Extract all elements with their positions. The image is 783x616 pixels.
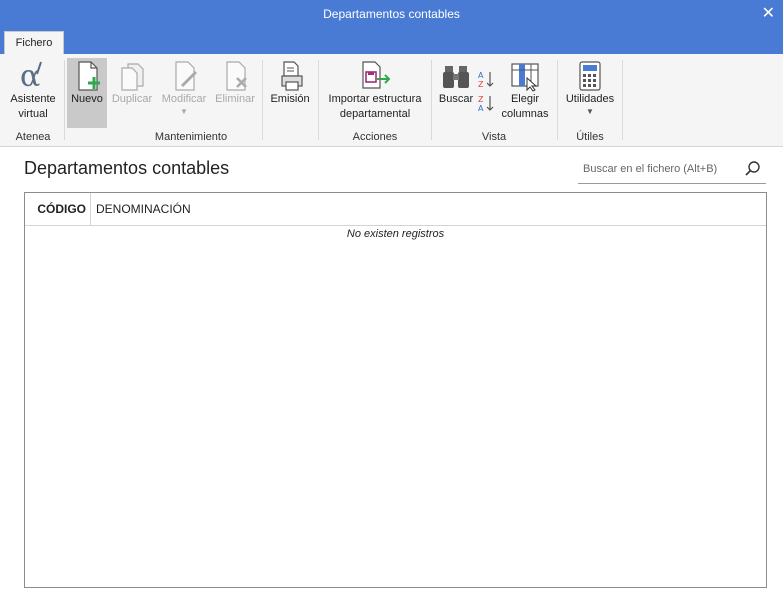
asistente-virtual-button[interactable]: α Asistente virtual (6, 60, 60, 122)
elegir-columnas-button[interactable]: Elegir columnas (498, 60, 552, 122)
column-header-codigo[interactable]: CÓDIGO (25, 193, 91, 225)
binoculars-icon (443, 66, 469, 88)
svg-text:A: A (478, 104, 484, 112)
importar-label-1: Importar estructura (328, 93, 422, 105)
importar-label-2: departamental (339, 108, 411, 120)
asistente-label-1: Asistente (10, 93, 56, 105)
edit-document-icon (175, 61, 198, 91)
elegir-label-1: Elegir (510, 93, 540, 105)
delete-document-icon (226, 61, 247, 91)
elegir-label-2: columnas (501, 108, 549, 120)
import-icon (362, 61, 391, 89)
utilidades-label: Utilidades (565, 93, 615, 105)
ribbon: α Asistente virtual Nuevo Duplicar Modif… (0, 54, 783, 147)
svg-text:A: A (478, 71, 484, 80)
eliminar-button[interactable]: Eliminar (212, 60, 258, 107)
separator (262, 60, 263, 140)
tab-strip: Fichero (0, 28, 783, 54)
search-input[interactable] (578, 155, 745, 183)
group-label-acciones: Acciones (352, 131, 398, 143)
group-label-atenea: Atenea (15, 131, 51, 143)
search-icon[interactable] (744, 160, 762, 178)
page-title: Departamentos contables (24, 158, 230, 178)
table-header: CÓDIGO DENOMINACIÓN (25, 193, 766, 226)
importar-estructura-button[interactable]: Importar estructura departamental (322, 60, 428, 122)
group-label-vista: Vista (481, 131, 507, 143)
tab-fichero[interactable]: Fichero (4, 31, 64, 54)
duplicate-icon (121, 63, 144, 91)
title-bar: Departamentos contables ✕ (0, 0, 783, 28)
window-title: Departamentos contables (323, 7, 460, 21)
chevron-down-icon: ▼ (586, 107, 594, 116)
buscar-button[interactable]: Buscar (436, 60, 476, 107)
separator (622, 60, 623, 140)
separator (557, 60, 558, 140)
sort-descending-icon: Z A (478, 95, 494, 112)
svg-text:Z: Z (478, 80, 484, 88)
duplicar-label: Duplicar (111, 93, 153, 105)
nuevo-label: Nuevo (71, 93, 103, 105)
buscar-label: Buscar (438, 93, 474, 105)
asistente-label-2: virtual (18, 108, 48, 120)
empty-message: No existen registros (346, 228, 445, 240)
separator (431, 60, 432, 140)
separator (64, 60, 65, 140)
utilidades-button[interactable]: Utilidades ▼ (562, 60, 618, 117)
group-label-utiles: Útiles (576, 131, 604, 143)
svg-text:α: α (20, 60, 40, 92)
nuevo-button[interactable]: Nuevo (67, 60, 107, 107)
modificar-label: Modificar (161, 93, 207, 105)
calculator-icon (579, 61, 601, 91)
close-icon[interactable]: ✕ (762, 3, 775, 23)
group-label-mantenimiento: Mantenimiento (154, 131, 228, 143)
new-document-icon (78, 61, 100, 91)
sort-ascending-icon: A Z (478, 71, 494, 88)
search-box (578, 155, 766, 184)
columns-icon (511, 63, 539, 92)
eliminar-label: Eliminar (215, 93, 255, 105)
duplicar-button[interactable]: Duplicar (109, 60, 155, 107)
chevron-down-icon: ▼ (180, 107, 188, 116)
alpha-icon: α (20, 60, 42, 92)
emision-label: Emisión (270, 93, 310, 105)
modificar-button[interactable]: Modificar ▼ (158, 60, 210, 117)
separator (318, 60, 319, 140)
column-header-denominacion[interactable]: DENOMINACIÓN (96, 193, 191, 225)
svg-text:Z: Z (478, 95, 484, 104)
sort-ascending-button[interactable]: A Z (478, 70, 496, 88)
sort-descending-button[interactable]: Z A (478, 94, 496, 112)
printer-icon (281, 61, 303, 91)
emision-button[interactable]: Emisión (266, 60, 314, 107)
records-table: CÓDIGO DENOMINACIÓN No existen registros (24, 192, 767, 588)
